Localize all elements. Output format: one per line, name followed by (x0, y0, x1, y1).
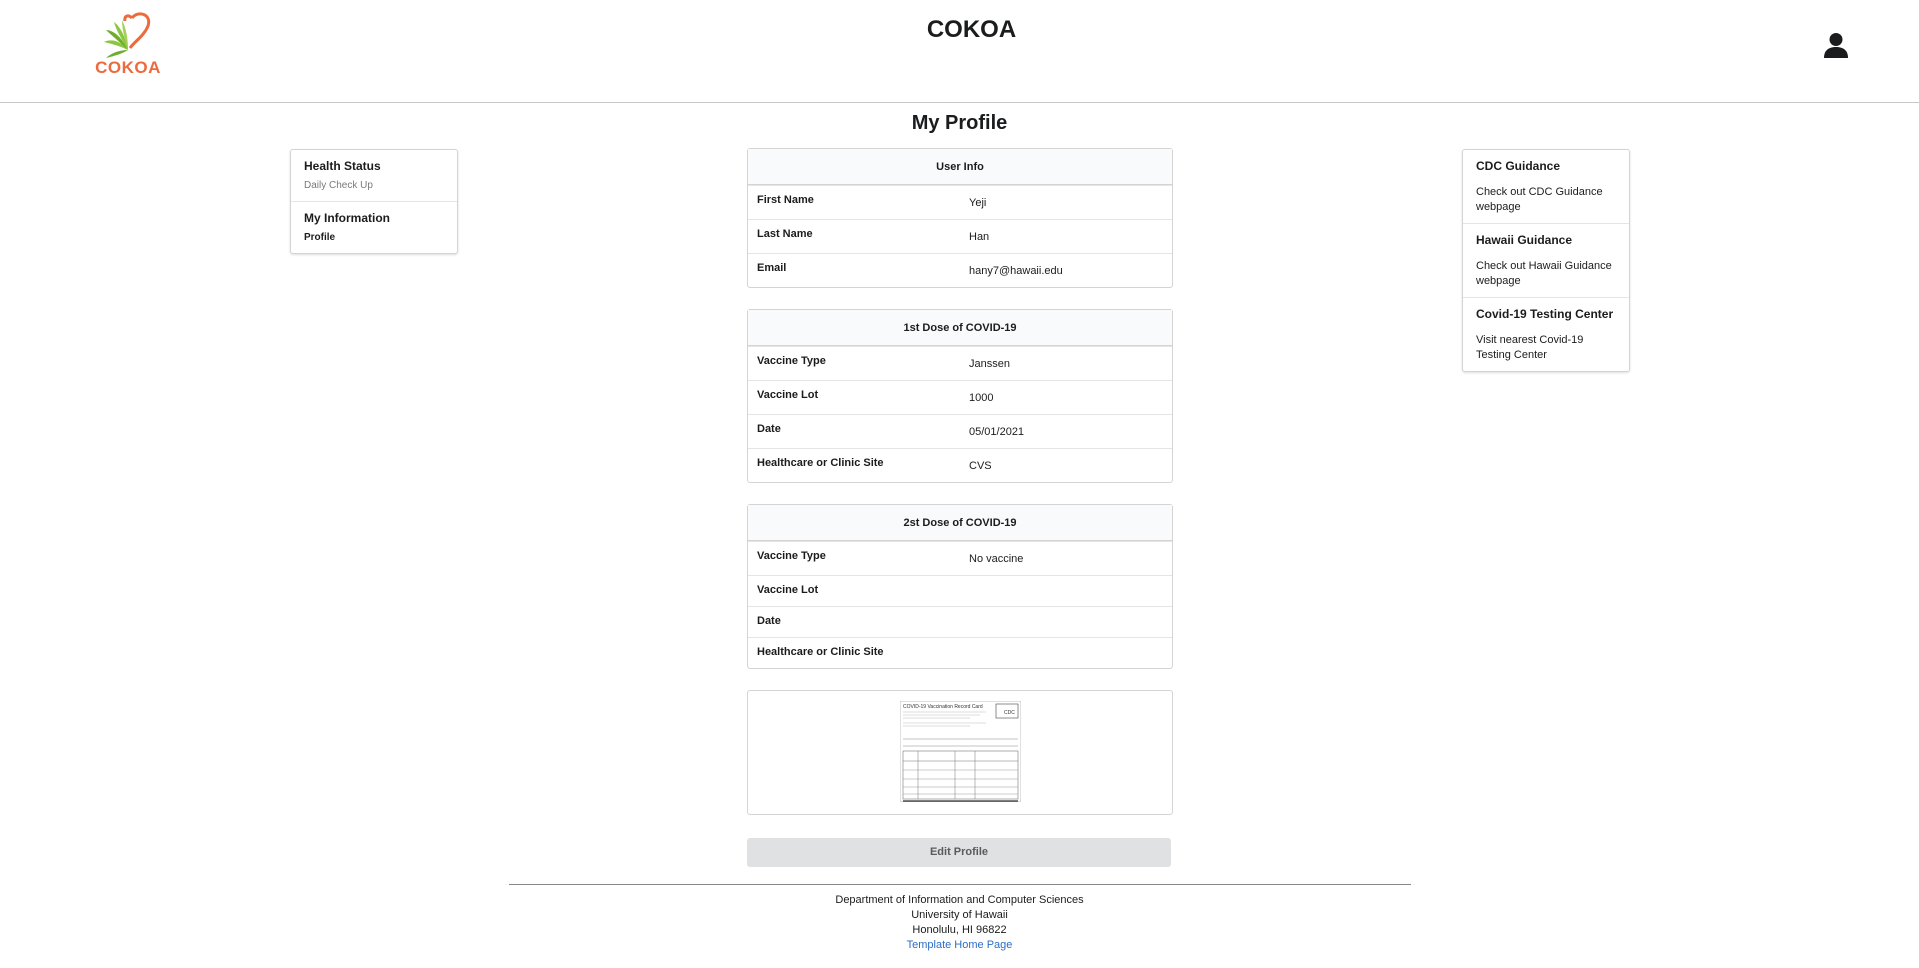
row-value: 1000 (969, 392, 994, 404)
left-sidebar-menu: Health Status Daily Check Up My Informat… (290, 149, 458, 254)
table-row: Vaccine Lot 1000 (748, 380, 1172, 414)
user-icon[interactable] (1823, 32, 1849, 58)
menu-section-my-information: My Information Profile (291, 201, 457, 253)
row-label: Vaccine Lot (757, 389, 819, 401)
table-row: Last Name Han (748, 219, 1172, 253)
menu-header: Health Status (304, 159, 381, 173)
first-dose-table: 1st Dose of COVID-19 Vaccine Type Jansse… (747, 309, 1173, 483)
table-row: Healthcare or Clinic Site (748, 637, 1172, 668)
testing-center-link[interactable]: Visit nearest Covid-19 Testing Center (1476, 333, 1616, 363)
hawaii-guidance-link[interactable]: Check out Hawaii Guidance webpage (1476, 259, 1616, 289)
menu-header: My Information (304, 211, 390, 225)
table-row: Date (748, 606, 1172, 637)
menu-item-profile[interactable]: Profile (304, 232, 444, 243)
edit-profile-button[interactable]: Edit Profile (747, 838, 1171, 867)
table-row: Vaccine Type No vaccine (748, 541, 1172, 575)
row-label: Date (757, 615, 781, 627)
footer-department: Department of Information and Computer S… (835, 894, 1084, 906)
footer-address: Honolulu, HI 96822 (912, 924, 1007, 936)
table-row: First Name Yeji (748, 185, 1172, 219)
page-footer: Department of Information and Computer S… (0, 893, 1919, 953)
row-value: hany7@hawaii.edu (969, 265, 1063, 277)
row-label: First Name (757, 194, 814, 206)
row-value: Han (969, 231, 990, 243)
guidance-section-cdc: CDC Guidance Check out CDC Guidance webp… (1463, 150, 1629, 223)
cdc-guidance-link[interactable]: Check out CDC Guidance webpage (1476, 185, 1616, 215)
vaccination-record-card-image: COVID-19 Vaccination Record Card CDC (900, 701, 1021, 802)
row-value: CVS (969, 460, 992, 472)
guidance-section-testing-center: Covid-19 Testing Center Visit nearest Co… (1463, 297, 1629, 371)
user-info-table: User Info First Name Yeji Last Name Han … (747, 148, 1173, 288)
menu-section-health-status: Health Status Daily Check Up (291, 150, 457, 201)
template-home-link[interactable]: Template Home Page (907, 939, 1013, 951)
table-header: 2st Dose of COVID-19 (748, 505, 1172, 541)
row-label: Healthcare or Clinic Site (757, 457, 884, 469)
menu-item-daily-check-up[interactable]: Daily Check Up (304, 180, 444, 191)
row-value: No vaccine (969, 553, 1024, 565)
row-label: Last Name (757, 228, 813, 240)
table-row: Email hany7@hawaii.edu (748, 253, 1172, 287)
right-guidance-menu: CDC Guidance Check out CDC Guidance webp… (1462, 149, 1630, 372)
logo-text: COKOA (95, 58, 161, 77)
second-dose-table: 2st Dose of COVID-19 Vaccine Type No vac… (747, 504, 1173, 669)
table-row: Healthcare or Clinic Site CVS (748, 448, 1172, 482)
guidance-header: Hawaii Guidance (1476, 233, 1573, 247)
page-title: My Profile (911, 112, 1008, 134)
vaccine-card-image-container: COVID-19 Vaccination Record Card CDC (747, 690, 1173, 815)
row-value: 05/01/2021 (969, 426, 1025, 438)
card-image-title: COVID-19 Vaccination Record Card (903, 704, 983, 710)
table-row: Vaccine Type Janssen (748, 346, 1172, 380)
row-value: Yeji (969, 197, 987, 209)
guidance-section-hawaii: Hawaii Guidance Check out Hawaii Guidanc… (1463, 223, 1629, 297)
table-row: Vaccine Lot (748, 575, 1172, 606)
card-image-badge: CDC (1004, 710, 1015, 716)
table-row: Date 05/01/2021 (748, 414, 1172, 448)
table-header: 1st Dose of COVID-19 (748, 310, 1172, 346)
row-label: Email (757, 262, 787, 274)
row-label: Vaccine Type (757, 355, 826, 367)
footer-divider (509, 884, 1411, 885)
guidance-header: CDC Guidance (1476, 159, 1561, 173)
guidance-header: Covid-19 Testing Center (1476, 307, 1614, 321)
row-label: Healthcare or Clinic Site (757, 646, 884, 658)
row-label: Date (757, 423, 781, 435)
row-label: Vaccine Lot (757, 584, 819, 596)
table-header: User Info (748, 149, 1172, 185)
app-header: COKOA COKOA (0, 0, 1919, 103)
app-title: COKOA (926, 16, 1017, 43)
row-value: Janssen (969, 358, 1010, 370)
row-label: Vaccine Type (757, 550, 826, 562)
footer-university: University of Hawaii (911, 909, 1008, 921)
